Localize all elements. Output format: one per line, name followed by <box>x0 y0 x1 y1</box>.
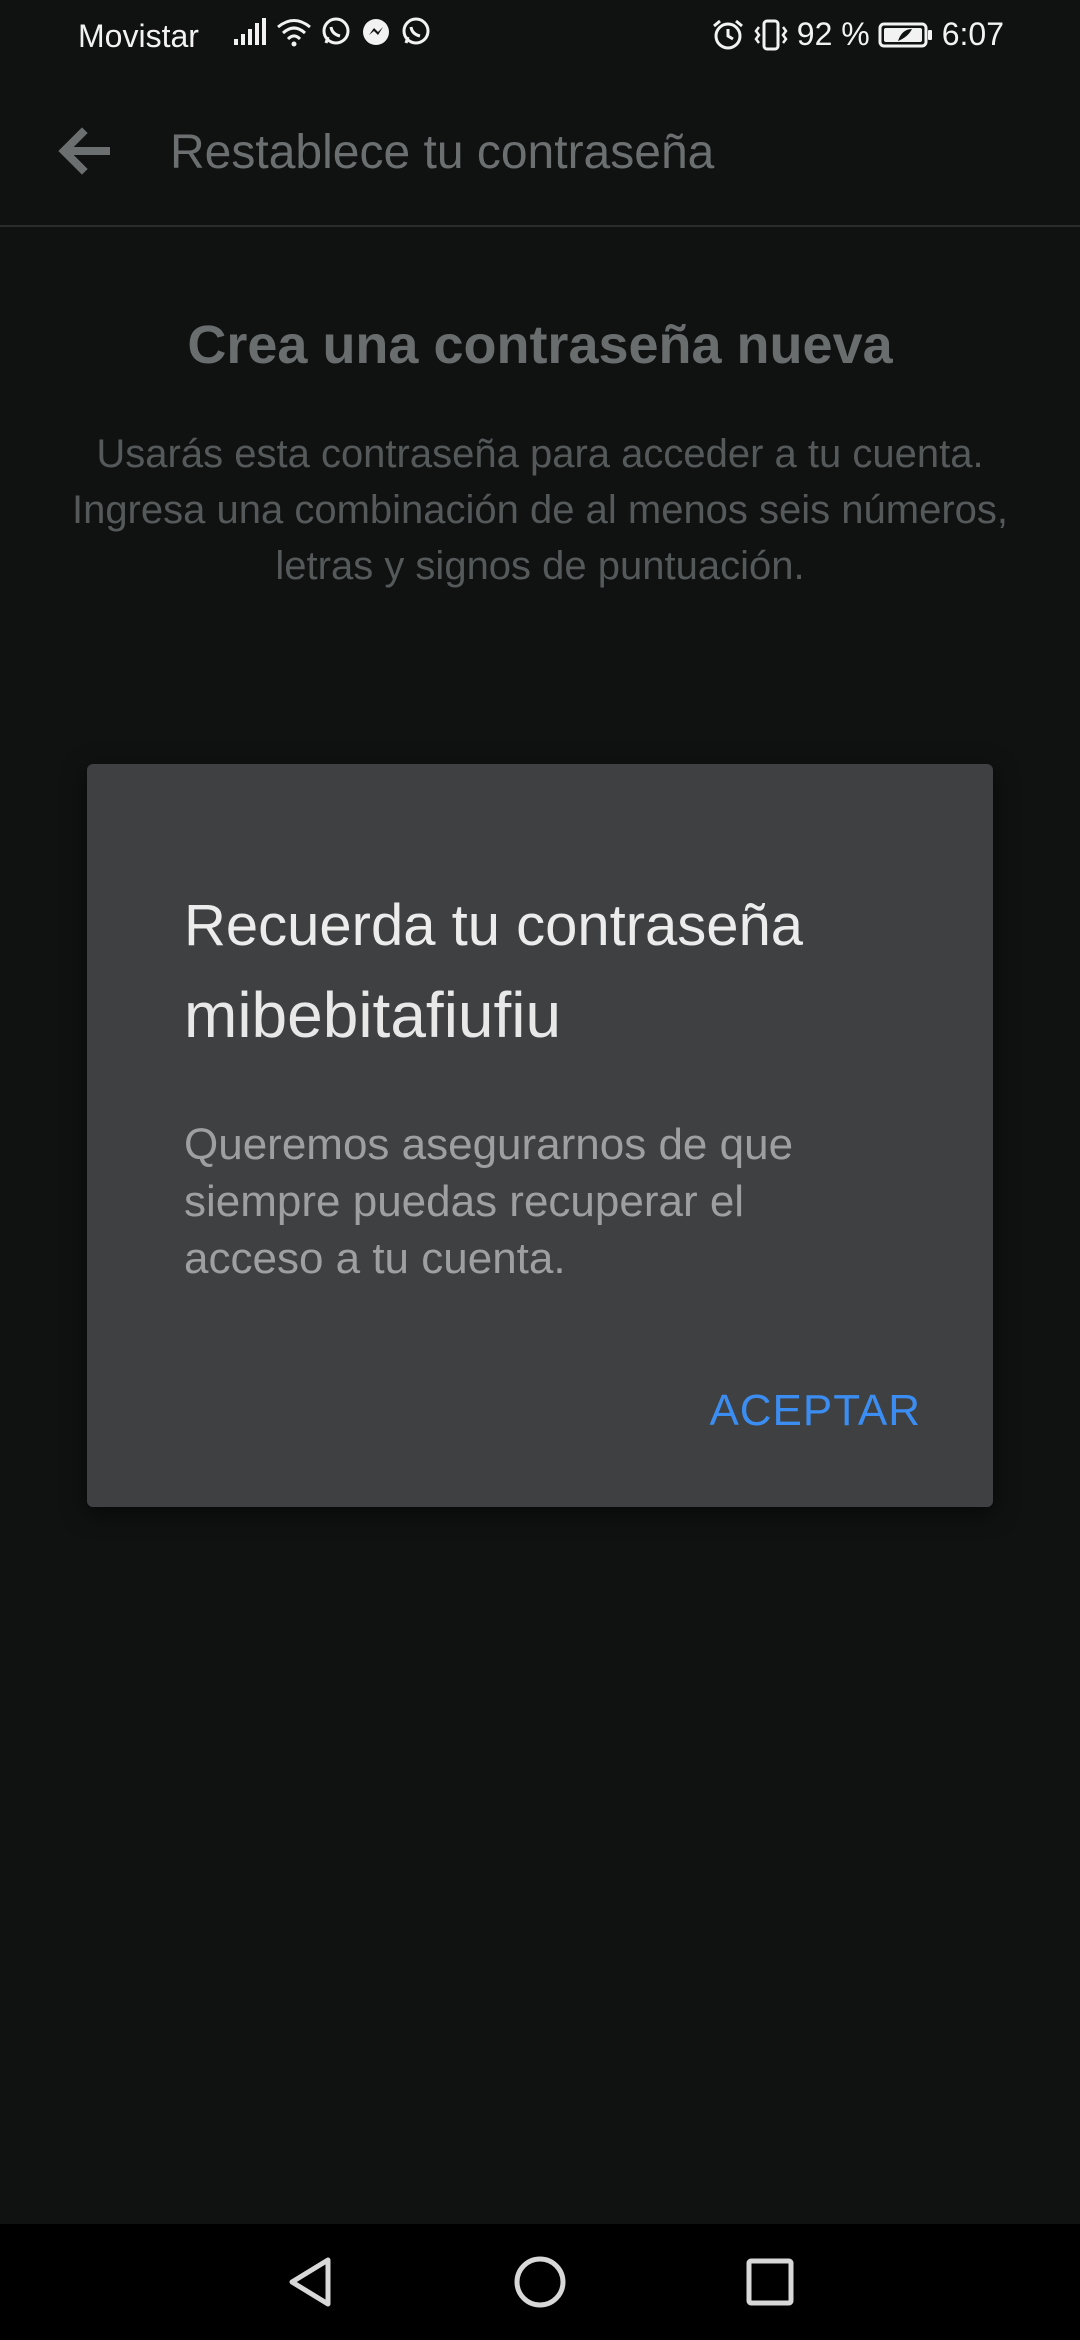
messenger-icon <box>360 16 392 48</box>
system-nav-bar <box>0 2224 1080 2340</box>
dialog-password: mibebitafiufiu <box>184 979 562 1051</box>
arrow-left-icon[interactable] <box>52 119 116 183</box>
page-title: Restablece tu contraseña <box>170 126 715 179</box>
whatsapp-icon <box>400 16 432 48</box>
new-password-heading: Crea una contraseña nueva <box>187 315 893 375</box>
whatsapp-icon <box>320 16 352 48</box>
alarm-icon <box>711 18 745 52</box>
status-bar: Movistar 92 % 6:07 <box>0 0 1080 75</box>
circle-home-icon[interactable] <box>510 2252 570 2312</box>
status-left-icons <box>232 16 432 48</box>
battery-icon <box>878 21 934 49</box>
vibrate-icon <box>753 18 789 52</box>
screen: Movistar 92 % 6:07 Restablece tu contras… <box>0 0 1080 2340</box>
carrier-name: Movistar <box>78 18 199 54</box>
battery-percent: 92 % <box>796 16 870 52</box>
remember-password-dialog: Recuerda tu contraseña mibebitafiufiu Qu… <box>87 764 993 1507</box>
accept-button[interactable]: ACEPTAR <box>709 1386 921 1436</box>
clock-time: 6:07 <box>941 16 1004 52</box>
signal-icon <box>232 17 268 47</box>
wifi-icon <box>276 17 312 47</box>
app-bar: Restablece tu contraseña <box>0 75 1080 227</box>
triangle-back-icon[interactable] <box>280 2252 340 2312</box>
dialog-title: Recuerda tu contraseña <box>184 893 804 958</box>
password-instructions: Usarás esta contraseña para acceder a tu… <box>71 432 1009 588</box>
square-recents-icon[interactable] <box>740 2252 800 2312</box>
dialog-body: Queremos asegurarnos de que siempre pued… <box>184 1120 794 1283</box>
status-right-icons: 92 % 6:07 <box>711 16 1004 53</box>
